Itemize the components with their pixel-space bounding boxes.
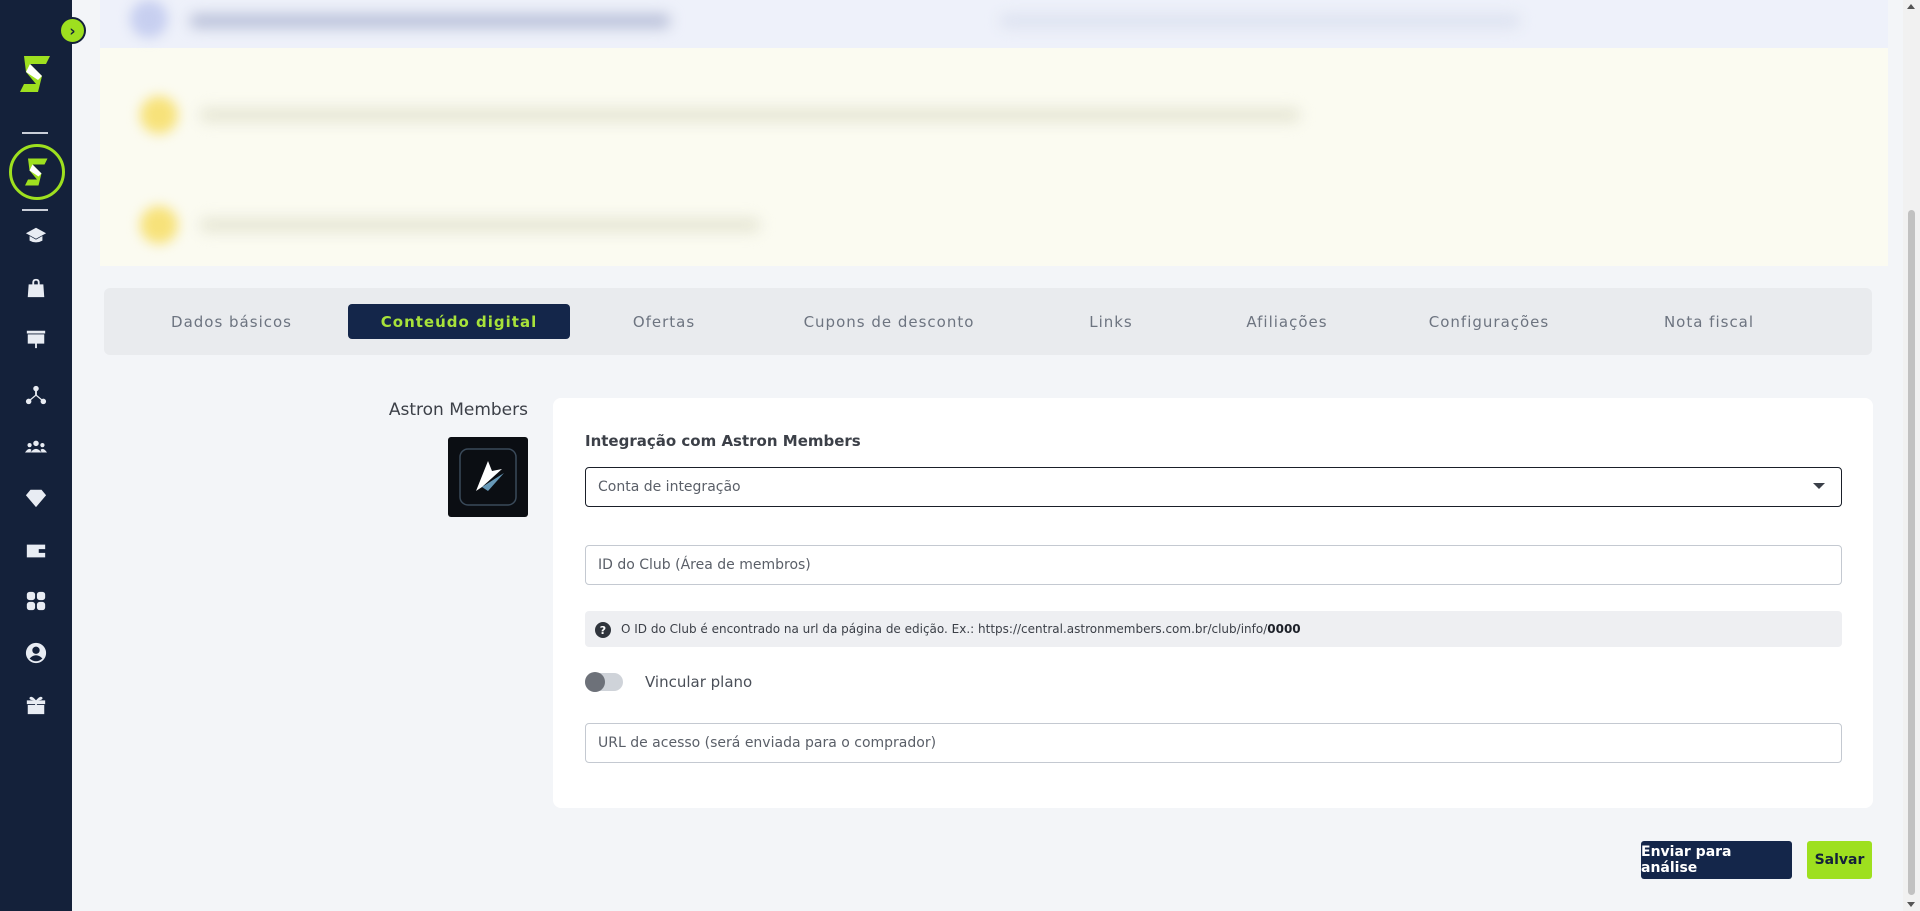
access-url-field[interactable]: URL de acesso (será enviada para o compr… [585,723,1842,763]
network-icon[interactable] [24,383,48,407]
access-url-placeholder: URL de acesso (será enviada para o compr… [598,735,937,751]
tab-links[interactable]: Links [1044,304,1178,339]
caret-down-icon [1813,483,1825,489]
card-title: Integração com Astron Members [585,432,861,450]
hint-example-id: 0000 [1267,622,1301,636]
dashboard-chart-icon[interactable] [24,327,48,351]
tab-ofertas[interactable]: Ofertas [594,304,734,339]
sidebar-toggle-button[interactable]: › [59,17,86,44]
question-icon: ? [595,622,611,638]
club-id-field[interactable]: ID do Club (Área de membros) [585,545,1842,585]
page-scrollbar[interactable] [1903,0,1920,911]
integration-card: Integração com Astron Members Conta de i… [553,398,1873,808]
sidebar-divider [22,209,48,211]
users-icon[interactable] [24,435,48,459]
save-button[interactable]: Salvar [1807,841,1872,879]
astron-members-logo [448,437,528,517]
scroll-down-icon[interactable] [1907,902,1915,907]
link-plan-label: Vincular plano [645,673,753,691]
hint-text: O ID do Club é encontrado na url da pági… [621,622,1268,636]
product-tabs: Dados básicos Conteúdo digital Ofertas C… [104,288,1872,355]
tab-dados-basicos[interactable]: Dados básicos [144,304,319,339]
tab-cupons-de-desconto[interactable]: Cupons de desconto [784,304,994,339]
chevron-right-icon: › [69,21,76,40]
gift-icon[interactable] [24,693,48,717]
blurred-header-area [100,0,1888,266]
link-plan-toggle[interactable] [585,672,623,692]
tab-configuracoes[interactable]: Configurações [1394,304,1584,339]
avatar[interactable] [9,144,65,200]
diamond-icon[interactable] [24,486,48,510]
scroll-up-icon[interactable] [1907,4,1915,9]
wallet-icon[interactable] [24,539,48,563]
scroll-thumb[interactable] [1908,210,1915,895]
academy-icon[interactable] [24,224,48,248]
toggle-knob [585,672,605,692]
user-circle-icon[interactable] [24,641,48,665]
club-id-placeholder: ID do Club (Área de membros) [598,557,811,573]
tab-conteudo-digital[interactable]: Conteúdo digital [348,304,570,339]
brand-logo[interactable] [16,52,56,96]
shopping-bag-icon[interactable] [24,276,48,300]
select-value: Conta de integração [598,479,741,495]
submit-for-review-button[interactable]: Enviar para análise [1641,841,1792,879]
integration-name: Astron Members [388,400,528,420]
club-id-hint: ? O ID do Club é encontrado na url da pá… [585,611,1842,647]
tab-afiliacoes[interactable]: Afiliações [1214,304,1360,339]
apps-icon[interactable] [24,589,48,613]
sidebar-divider [22,132,48,134]
tab-nota-fiscal[interactable]: Nota fiscal [1624,304,1794,339]
sidebar [0,0,72,911]
integration-account-select[interactable]: Conta de integração [585,467,1842,507]
